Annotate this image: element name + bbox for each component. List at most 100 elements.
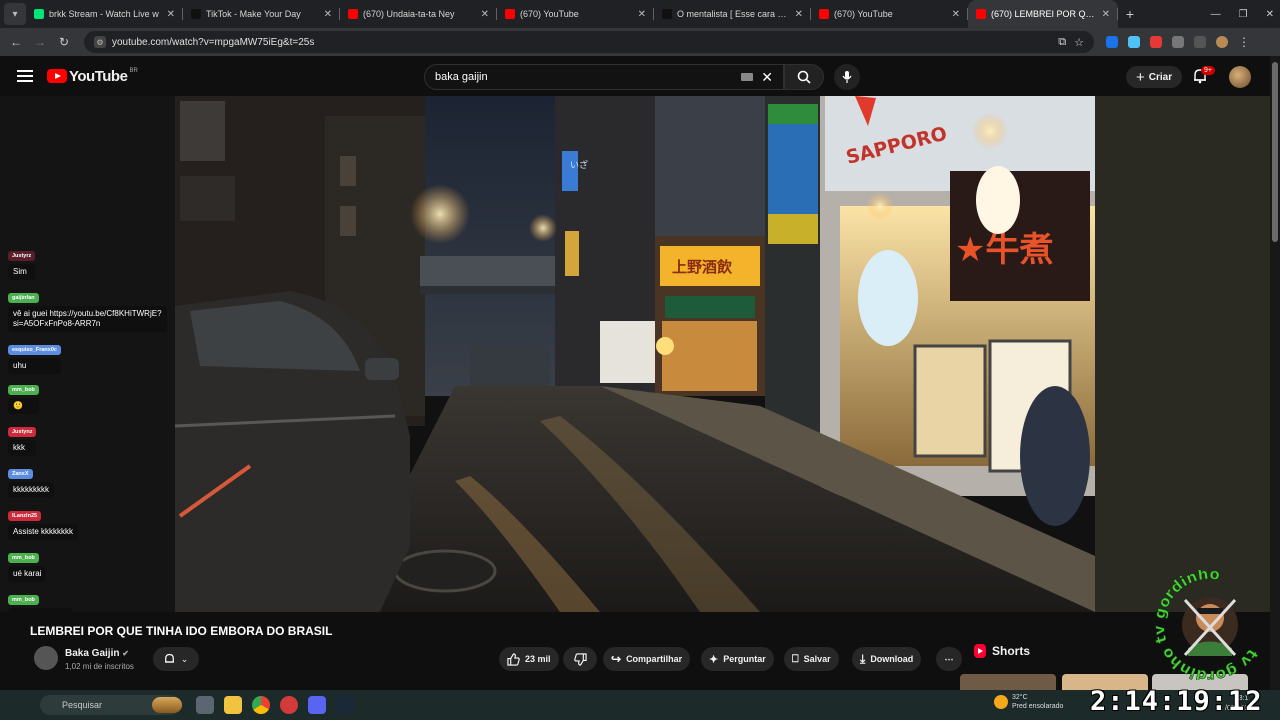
channel-avatar[interactable] [34, 646, 58, 670]
account-avatar[interactable] [1229, 66, 1251, 88]
chat-message: Justynz kkk [8, 426, 37, 456]
minimize-icon[interactable]: — [1211, 9, 1221, 20]
app-icon[interactable] [280, 696, 298, 714]
browser-tab[interactable]: (670) YouTube ✕ [811, 0, 968, 28]
thumbs-down-icon [573, 652, 587, 666]
youtube-logo[interactable]: YouTube BR [47, 68, 138, 85]
chat-message: mm_bob 🙂 [8, 384, 39, 414]
download-label: Download [870, 654, 914, 664]
extension-icon[interactable] [1106, 36, 1118, 48]
page-scrollbar[interactable] [1270, 56, 1280, 690]
browser-tab[interactable]: O mentalista [ Esse cara é muit ✕ [654, 0, 811, 28]
channel-name[interactable]: Baka Gaijin ✔ [65, 648, 129, 659]
voice-search-button[interactable] [834, 64, 860, 90]
media-controls-icon[interactable] [1194, 36, 1206, 48]
keyboard-icon[interactable] [741, 73, 753, 81]
country-code: BR [129, 68, 138, 74]
new-tab-button[interactable]: + [1118, 6, 1142, 22]
scrollbar-thumb[interactable] [1272, 62, 1278, 242]
install-icon[interactable]: ⧉ [1058, 36, 1066, 49]
short-thumbnail[interactable] [960, 674, 1056, 690]
dislike-button[interactable] [563, 647, 597, 671]
tab-favicon-icon [505, 9, 515, 19]
channel-name-text: Baka Gaijin [65, 648, 120, 659]
weather-widget[interactable]: 32°C Pred ensolarado [994, 693, 1063, 711]
close-tab-icon[interactable]: ✕ [324, 9, 332, 20]
close-tab-icon[interactable]: ✕ [1102, 9, 1110, 20]
chat-text: ué karai [8, 566, 47, 582]
close-tab-icon[interactable]: ✕ [167, 9, 175, 20]
chat-username[interactable]: gaijinfan [8, 293, 39, 303]
browser-tab[interactable]: (670) YouTube ✕ [497, 0, 654, 28]
chat-username[interactable]: Justyrz [8, 251, 36, 261]
ask-button[interactable]: ✦ Perguntar [701, 647, 774, 671]
sparkle-icon: ✦ [709, 653, 719, 666]
steam-icon[interactable] [336, 696, 354, 714]
ask-label: Perguntar [723, 654, 766, 664]
share-button[interactable]: ↪ Compartilhar [603, 647, 691, 671]
tab-title: (670) YouTube [520, 9, 579, 19]
blue-vertical-sign: いざ [570, 159, 588, 171]
search-button[interactable] [784, 64, 824, 90]
url-field[interactable]: ⚙ youtube.com/watch?v=mpgaMW75iEg&t=25s … [84, 31, 1094, 53]
browser-tab[interactable]: (670) LEMBREI POR QUE TI ✕ [968, 0, 1118, 28]
profile-icon[interactable] [1216, 36, 1228, 48]
chat-text: uhu [8, 358, 61, 374]
tab-favicon-icon [191, 9, 201, 19]
taskbar-search[interactable]: Pesquisar [40, 695, 182, 715]
subscription-bell-button[interactable]: ⌄ [153, 647, 199, 671]
clear-search-icon[interactable]: ✕ [761, 69, 773, 86]
close-tab-icon[interactable]: ✕ [795, 9, 803, 20]
search-input[interactable]: baka gaijin ✕ [424, 64, 784, 90]
youtube-play-icon [47, 69, 67, 83]
taskbar-search-placeholder: Pesquisar [62, 700, 103, 710]
close-tab-icon[interactable]: ✕ [952, 9, 960, 20]
more-actions-button[interactable]: ⋯ [936, 647, 962, 671]
site-info-icon[interactable]: ⚙ [94, 36, 106, 48]
like-count: 23 mil [525, 654, 551, 664]
chat-username[interactable]: esquiso_Franx0c [8, 345, 61, 355]
close-tab-icon[interactable]: ✕ [481, 9, 489, 20]
download-icon: ⤓ [860, 651, 866, 666]
chat-username[interactable]: ZanxX [8, 469, 33, 479]
chat-username[interactable]: ILanzIn25 [8, 511, 42, 521]
chat-username[interactable]: mm_bob [8, 595, 39, 605]
thumbs-up-icon [507, 652, 520, 666]
youtube-wordmark: YouTube [69, 67, 128, 85]
chat-message: mm_bobsão pessoas kk [8, 594, 74, 612]
like-button[interactable]: 23 mil [499, 647, 559, 671]
discord-icon[interactable] [308, 696, 326, 714]
extensions-puzzle-icon[interactable] [1172, 36, 1184, 48]
microphone-icon [842, 71, 852, 83]
browser-menu-icon[interactable]: ⋮ [1238, 35, 1250, 49]
extension-icon[interactable] [1150, 36, 1162, 48]
chat-username[interactable]: mm_bob [8, 553, 39, 563]
extension-icon[interactable] [1128, 36, 1140, 48]
close-tab-icon[interactable]: ✕ [638, 9, 646, 20]
close-window-icon[interactable]: ✕ [1266, 9, 1274, 20]
menu-hamburger-icon[interactable] [17, 70, 33, 82]
tab-search-menu-icon[interactable]: ▾ [4, 3, 26, 25]
tab-title: (670) Undaia-ta-ta Ney [363, 9, 455, 19]
download-button[interactable]: ⤓ Download [852, 647, 922, 671]
task-view-icon[interactable] [196, 696, 214, 714]
create-button[interactable]: + Criar [1126, 66, 1183, 88]
video-player[interactable]: いざ 上野酒飲 SAPPORO ★牛煮 Justyrz Sim gaijinfa… [0, 96, 1270, 612]
chat-username[interactable]: mm_bob [8, 385, 39, 395]
forward-icon[interactable]: → [28, 35, 52, 49]
search-icon [797, 70, 811, 84]
reload-icon[interactable]: ↻ [52, 35, 76, 49]
browser-tab[interactable]: brkk Stream - Watch Live w ✕ [26, 0, 183, 28]
bookmark-star-icon[interactable]: ☆ [1074, 36, 1084, 49]
browser-address-bar: ← → ↻ ⚙ youtube.com/watch?v=mpgaMW75iEg&… [0, 28, 1280, 56]
maximize-icon[interactable]: ❐ [1239, 9, 1248, 20]
chat-username[interactable]: Justynz [8, 427, 37, 437]
back-icon[interactable]: ← [4, 35, 28, 49]
save-button[interactable]: ⎕ Salvar [784, 647, 839, 671]
tab-favicon-icon [348, 9, 358, 19]
chrome-icon[interactable] [252, 696, 270, 714]
file-explorer-icon[interactable] [224, 696, 242, 714]
browser-tab[interactable]: (670) Undaia-ta-ta Ney ✕ [340, 0, 497, 28]
browser-tab[interactable]: TikTok - Make Your Day ✕ [183, 0, 340, 28]
weather-temp: 32°C [1012, 694, 1028, 701]
